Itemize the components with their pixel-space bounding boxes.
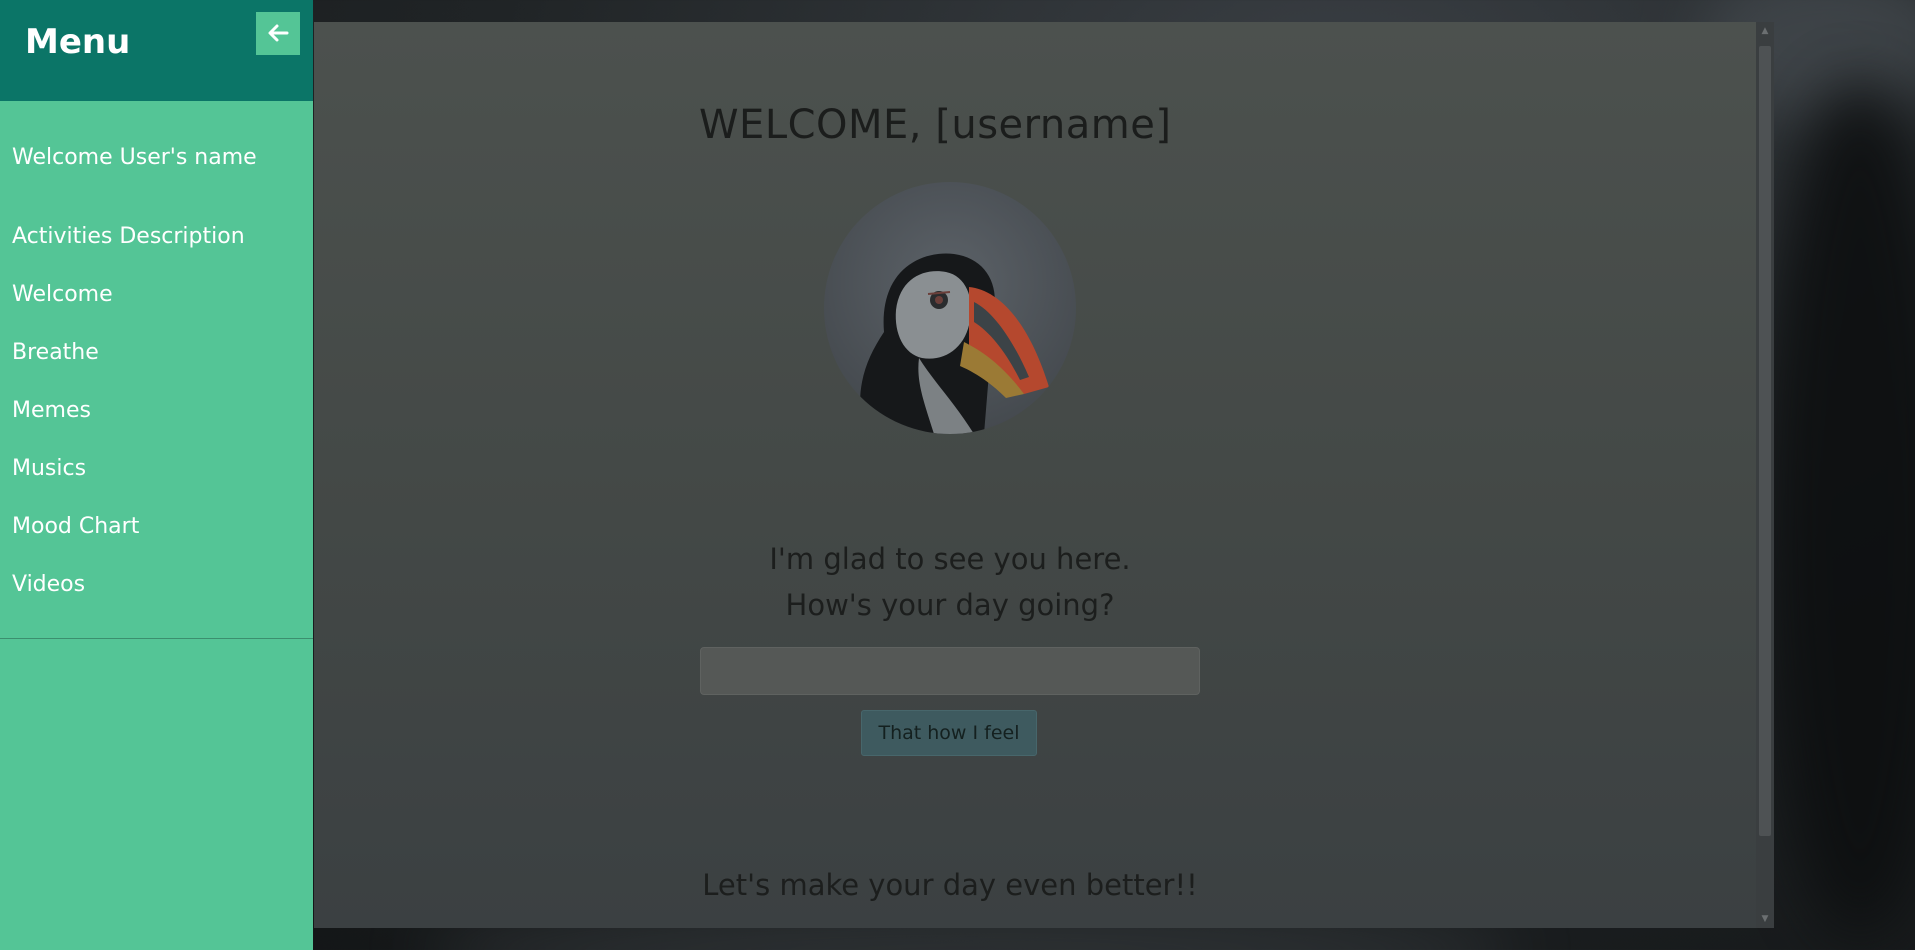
menu-title: Menu [25, 22, 131, 62]
sidebar-item-mood-chart[interactable]: Mood Chart [12, 510, 245, 568]
feeling-input[interactable] [700, 647, 1200, 695]
close-sidebar-button[interactable] [256, 12, 300, 55]
sidebar-item-musics[interactable]: Musics [12, 452, 245, 510]
main-content: WELCOME, [username] I'm glad to see you … [314, 22, 1756, 928]
scrollbar[interactable]: ▲ ▼ [1756, 22, 1774, 928]
sidebar-item-videos[interactable]: Videos [12, 568, 245, 626]
sidebar-divider [0, 638, 313, 639]
submit-feeling-button[interactable]: That how I feel [861, 710, 1037, 756]
sidebar-header: Menu [0, 0, 313, 101]
scroll-down-arrow-icon[interactable]: ▼ [1756, 910, 1774, 928]
section-heading: Let's make your day even better!! [702, 868, 1198, 902]
sidebar-item-welcome[interactable]: Welcome [12, 278, 245, 336]
puffin-avatar [824, 182, 1076, 434]
sidebar-item-memes[interactable]: Memes [12, 394, 245, 452]
arrow-left-icon [268, 24, 289, 42]
scroll-up-arrow-icon[interactable]: ▲ [1756, 22, 1774, 40]
greeting-line-1: I'm glad to see you here. [769, 542, 1131, 576]
page-title: WELCOME, [username] [699, 102, 1172, 148]
sidebar: Menu Welcome User's name Activities Desc… [0, 0, 313, 950]
sidebar-nav: Activities Description Welcome Breathe M… [12, 220, 245, 626]
main-overlay-window: WELCOME, [username] I'm glad to see you … [314, 22, 1774, 928]
scroll-thumb[interactable] [1759, 46, 1771, 836]
sidebar-user-name: Welcome User's name [12, 145, 257, 170]
sidebar-item-activities-description[interactable]: Activities Description [12, 220, 245, 278]
background-shadow [1760, 80, 1915, 940]
greeting-line-2: How's your day going? [785, 588, 1115, 622]
sidebar-item-breathe[interactable]: Breathe [12, 336, 245, 394]
